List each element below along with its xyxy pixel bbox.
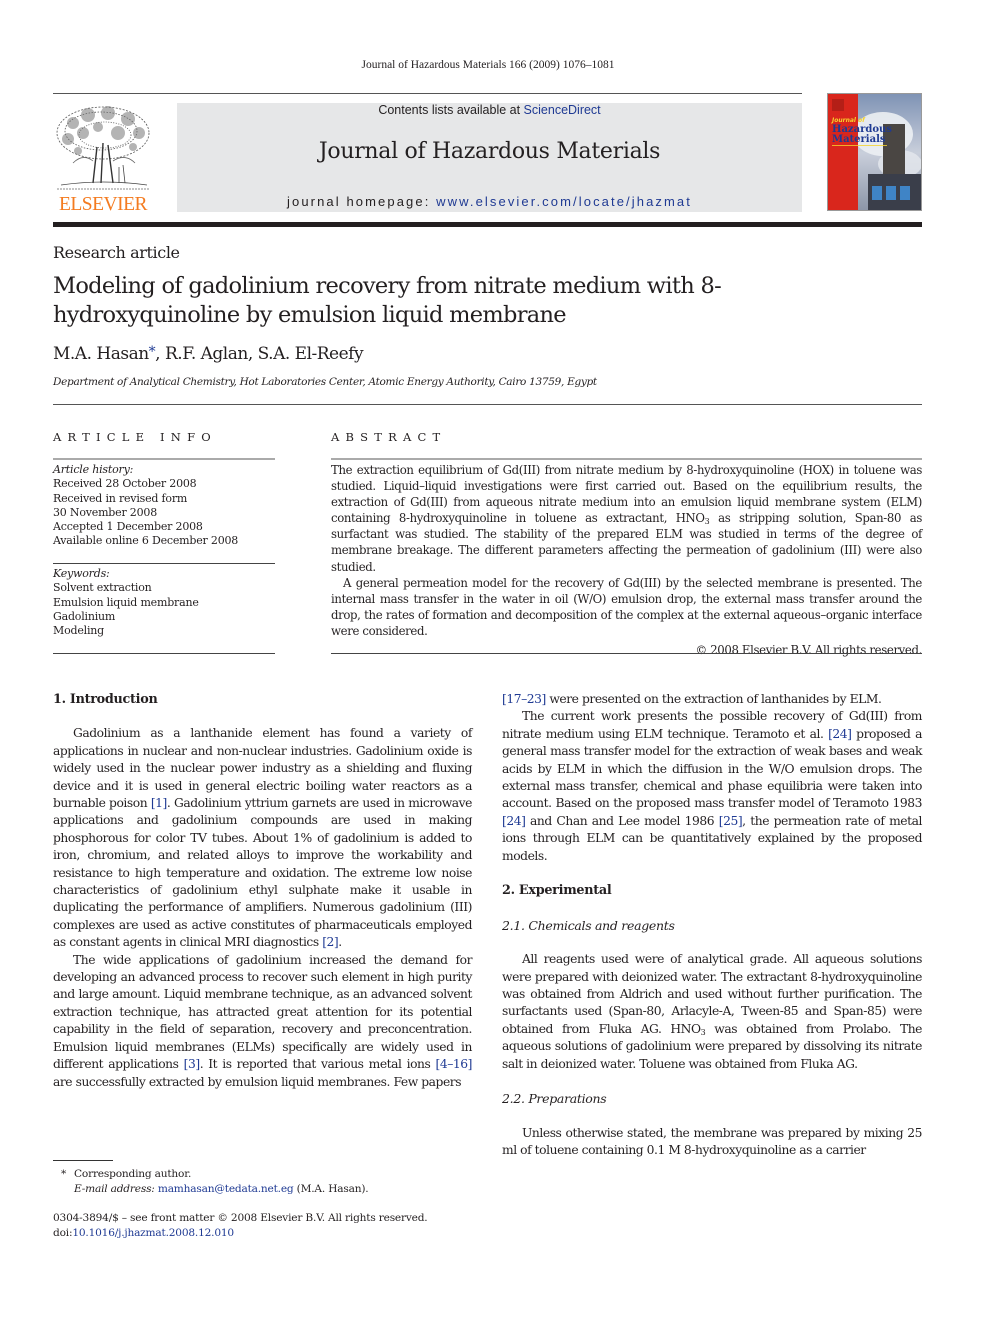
contents-line: Contents lists available at ScienceDirec… bbox=[177, 103, 802, 117]
keyword: Emulsion liquid membrane bbox=[53, 595, 199, 609]
journal-title: Journal of Hazardous Materials bbox=[318, 139, 661, 164]
citation-link[interactable]: [2] bbox=[322, 935, 339, 949]
contents-prefix: Contents lists available at bbox=[378, 103, 524, 117]
abstract-paragraph: A general permeation model for the recov… bbox=[331, 575, 922, 638]
author-list: M.A. Hasan*, R.F. Aglan, S.A. El-Reefy bbox=[53, 344, 364, 364]
cover-image-icon: Journal of Hazardous Materials bbox=[828, 94, 921, 210]
article-history: Article history: Received 28 October 200… bbox=[53, 463, 275, 549]
homepage-prefix: journal homepage: bbox=[287, 194, 437, 209]
body-paragraph-continued: [17–23] were presented on the extraction… bbox=[502, 691, 922, 708]
history-item: Received in revised form bbox=[53, 491, 188, 505]
citation-link[interactable]: [3] bbox=[184, 1057, 201, 1071]
history-item: Available online 6 December 2008 bbox=[53, 534, 239, 548]
homepage-line: journal homepage: www.elsevier.com/locat… bbox=[177, 194, 802, 209]
cover-line3: Materials bbox=[832, 134, 886, 145]
affiliation-rule bbox=[53, 404, 922, 405]
body-text: . bbox=[338, 935, 342, 950]
divider bbox=[331, 458, 922, 460]
divider bbox=[331, 653, 922, 654]
article-type: Research article bbox=[53, 243, 180, 262]
footnote: * Corresponding author. E-mail address: m… bbox=[53, 1167, 472, 1197]
author-name[interactable]: S.A. El-Reefy bbox=[258, 344, 364, 364]
citation-link[interactable]: [24] bbox=[502, 814, 526, 828]
citation-link[interactable]: [17–23] bbox=[502, 692, 546, 706]
elsevier-logo[interactable]: ELSEVIER bbox=[53, 103, 153, 215]
keywords: Keywords: Solvent extraction Emulsion li… bbox=[53, 567, 275, 638]
body-paragraph: All reagents used were of analytical gra… bbox=[502, 951, 922, 1073]
article-title: Modeling of gadolinium recovery from nit… bbox=[53, 273, 722, 328]
elsevier-tree-icon bbox=[56, 106, 150, 190]
keyword: Modeling bbox=[53, 624, 104, 638]
body-text: . Gadolinium yttrium garnets are used in… bbox=[53, 796, 472, 950]
history-item: 30 November 2008 bbox=[53, 505, 157, 519]
section-heading: 1. Introduction bbox=[53, 692, 158, 707]
footnote-rule bbox=[53, 1160, 113, 1161]
cover-line1: Journal of bbox=[831, 117, 866, 124]
divider bbox=[53, 563, 275, 564]
author-name[interactable]: M.A. Hasan bbox=[53, 344, 149, 364]
email-suffix: (M.A. Hasan). bbox=[293, 1183, 369, 1195]
citation-link[interactable]: [25] bbox=[719, 814, 743, 828]
body-paragraph: Gadolinium as a lanthanide element has f… bbox=[53, 725, 472, 951]
section-heading: 2. Experimental bbox=[502, 883, 612, 899]
divider bbox=[53, 653, 275, 654]
body-text: were presented on the extraction of lant… bbox=[545, 692, 882, 706]
affiliation: Department of Analytical Chemistry, Hot … bbox=[53, 376, 597, 388]
author-email-link[interactable]: mamhasan@tedata.net.eg bbox=[158, 1183, 294, 1195]
doi-link[interactable]: 10.1016/j.jhazmat.2008.12.010 bbox=[72, 1227, 234, 1239]
journal-homepage-link[interactable]: www.elsevier.com/locate/jhazmat bbox=[436, 194, 692, 209]
body-text: . It is reported that various metal ions bbox=[199, 1057, 436, 1072]
footnote-corresponding: Corresponding author. bbox=[74, 1168, 192, 1180]
journal-masthead: Contents lists available at ScienceDirec… bbox=[177, 103, 802, 212]
top-rule bbox=[53, 93, 802, 94]
abstract-body: The extraction equilibrium of Gd(III) fr… bbox=[331, 462, 922, 658]
journal-cover-thumbnail[interactable]: Journal of Hazardous Materials bbox=[827, 93, 922, 211]
body-text: The wide applications of gadolinium incr… bbox=[53, 952, 472, 1072]
body-left-column: 1. Introduction Gadolinium as a lanthani… bbox=[53, 691, 472, 1091]
abstract-paragraph: The extraction equilibrium of Gd(III) fr… bbox=[331, 462, 922, 575]
doi-label: doi: bbox=[53, 1227, 73, 1239]
body-paragraph: The wide applications of gadolinium incr… bbox=[53, 952, 472, 1091]
corresponding-author-mark[interactable]: * bbox=[149, 344, 156, 360]
citation-link[interactable]: [1] bbox=[151, 796, 168, 810]
abstract-copyright: © 2008 Elsevier B.V. All rights reserved… bbox=[695, 643, 923, 658]
elsevier-wordmark: ELSEVIER bbox=[58, 194, 148, 215]
header-thick-rule bbox=[53, 222, 922, 227]
subsection-heading: 2.2. Preparations bbox=[502, 1091, 607, 1107]
article-info-heading: ARTICLE INFO bbox=[53, 430, 217, 444]
body-paragraph: Unless otherwise stated, the membrane wa… bbox=[502, 1125, 922, 1158]
history-item: Accepted 1 December 2008 bbox=[53, 520, 203, 534]
subsection-heading: 2.1. Chemicals and reagents bbox=[502, 917, 675, 933]
email-label: E-mail address: bbox=[74, 1183, 158, 1195]
citation-link[interactable]: [24] bbox=[828, 727, 852, 741]
body-paragraph: The current work presents the possible r… bbox=[502, 708, 922, 865]
body-text: and Chan and Lee model 1986 bbox=[525, 813, 719, 828]
issn-line: 0304-3894/$ – see front matter © 2008 El… bbox=[53, 1212, 428, 1224]
footnote-mark: * bbox=[60, 1168, 67, 1180]
author-name[interactable]: R.F. Aglan bbox=[165, 344, 248, 364]
running-head: Journal of Hazardous Materials 166 (2009… bbox=[361, 59, 615, 71]
front-matter: 0304-3894/$ – see front matter © 2008 El… bbox=[53, 1211, 472, 1241]
keyword: Solvent extraction bbox=[53, 581, 152, 595]
citation-link[interactable]: [4–16] bbox=[435, 1057, 472, 1071]
history-label: Article history: bbox=[53, 463, 134, 476]
body-text: are successfully extracted by emulsion l… bbox=[53, 1074, 462, 1089]
divider bbox=[53, 458, 275, 460]
sciencedirect-link[interactable]: ScienceDirect bbox=[524, 103, 601, 117]
history-item: Received 28 October 2008 bbox=[53, 477, 197, 491]
abstract-heading: ABSTRACT bbox=[331, 430, 447, 444]
keyword: Gadolinium bbox=[53, 609, 116, 623]
body-right-column: [17–23] were presented on the extraction… bbox=[502, 691, 922, 1160]
keywords-label: Keywords: bbox=[53, 567, 110, 580]
